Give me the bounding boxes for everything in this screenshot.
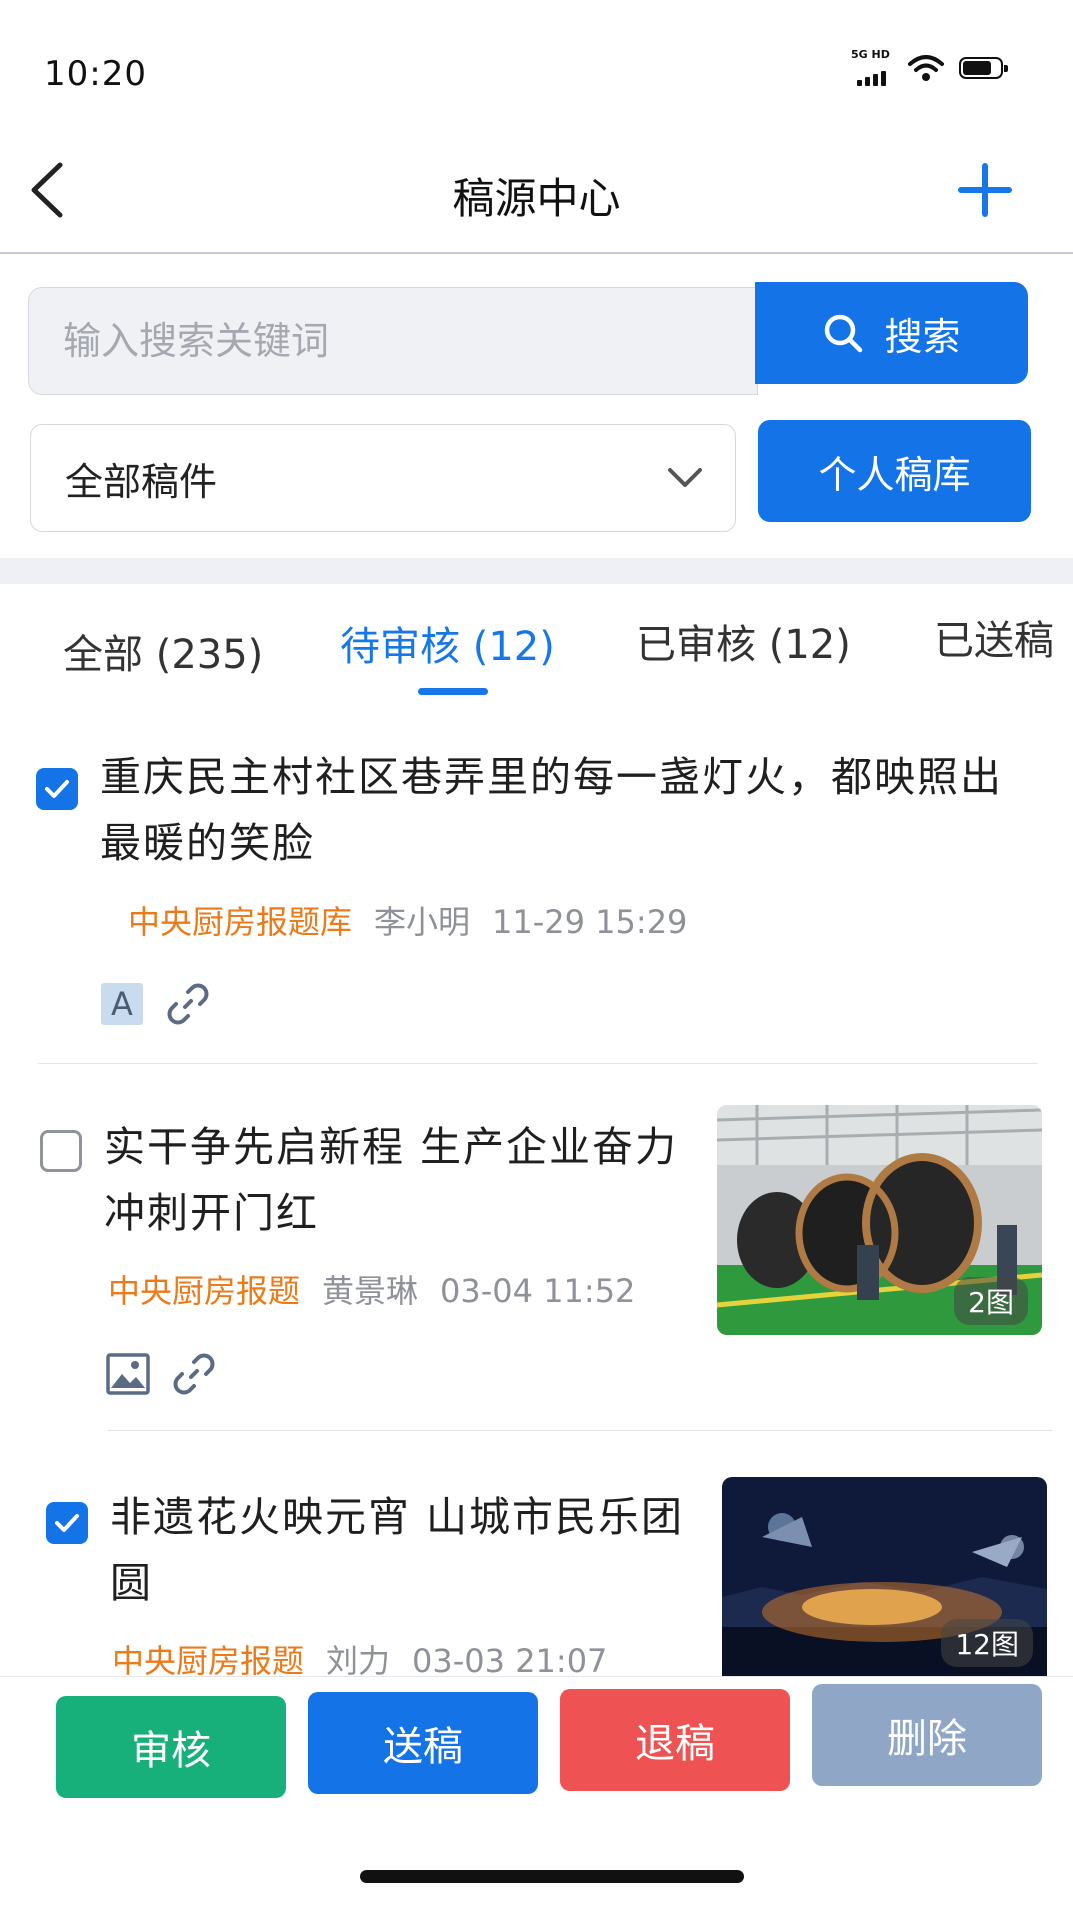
chevron-down-icon <box>668 468 702 487</box>
article-divider <box>38 1063 1038 1064</box>
reject-button[interactable]: 退稿 <box>560 1689 790 1791</box>
nav-divider <box>0 252 1073 254</box>
article-2-source[interactable]: 中央厨房报题 <box>108 1272 300 1310</box>
search-field[interactable] <box>28 287 758 395</box>
status-time: 10:20 <box>44 54 147 94</box>
tab-all[interactable]: 全部 (235) <box>63 622 263 680</box>
article-3-source[interactable]: 中央厨房报题 <box>112 1642 304 1680</box>
tab-reviewed[interactable]: 已审核 (12) <box>636 612 851 670</box>
article-divider <box>108 1430 1052 1431</box>
article-1-author: 李小明 <box>374 903 471 941</box>
home-indicator <box>360 1870 744 1883</box>
article-1-meta: 中央厨房报题库 李小明 11-29 15:29 <box>128 897 687 943</box>
article-2-checkbox[interactable] <box>40 1130 82 1172</box>
delete-button[interactable]: 删除 <box>812 1684 1042 1786</box>
article-2-author: 黄景琳 <box>322 1272 419 1310</box>
image-count-badge: 12图 <box>941 1619 1033 1667</box>
search-input[interactable] <box>29 288 757 394</box>
signal-icon: 5G HD <box>851 48 893 88</box>
draft-type-select[interactable]: 全部稿件 <box>30 424 736 532</box>
article-1-source[interactable]: 中央厨房报题库 <box>128 903 352 941</box>
wifi-icon <box>908 55 944 81</box>
add-button[interactable] <box>955 160 1015 220</box>
link-icon[interactable] <box>172 1352 216 1396</box>
page-title: 稿源中心 <box>452 174 621 223</box>
search-icon <box>825 314 863 353</box>
article-3-title[interactable]: 非遗花火映元宵 山城市民乐团圆 <box>110 1484 700 1616</box>
article-3-checkbox[interactable] <box>46 1502 88 1544</box>
status-icons: 5G HD <box>851 48 1008 88</box>
article-1-checkbox[interactable] <box>36 768 78 810</box>
personal-library-button[interactable]: 个人稿库 <box>758 420 1031 522</box>
article-3-thumbnail[interactable]: 12图 <box>722 1477 1047 1677</box>
draft-type-value: 全部稿件 <box>65 459 218 504</box>
article-2-time: 03-04 11:52 <box>440 1272 636 1310</box>
tab-sent[interactable]: 已送稿 <box>934 608 1054 666</box>
article-3-time: 03-03 21:07 <box>412 1642 608 1680</box>
article-type-badge: A <box>101 983 143 1025</box>
review-button[interactable]: 审核 <box>56 1696 286 1798</box>
battery-icon <box>959 57 1008 79</box>
article-2-meta: 中央厨房报题 黄景琳 03-04 11:52 <box>108 1266 635 1312</box>
active-tab-indicator <box>418 688 488 695</box>
article-3-author: 刘力 <box>326 1642 391 1680</box>
plus-icon <box>958 163 1012 217</box>
search-button-label: 搜索 <box>884 314 961 359</box>
article-1-title[interactable]: 重庆民主村社区巷弄里的每一盏灯火，都映照出最暖的笑脸 <box>100 744 1030 876</box>
link-icon[interactable] <box>166 982 210 1026</box>
tab-pending[interactable]: 待审核 (12) <box>340 614 555 672</box>
image-icon <box>106 1353 150 1395</box>
article-2-title[interactable]: 实干争先启新程 生产企业奋力冲刺开门红 <box>104 1114 694 1246</box>
search-button[interactable]: 搜索 <box>755 282 1028 384</box>
network-label: 5G HD <box>851 48 890 61</box>
article-1-time: 11-29 15:29 <box>492 903 688 941</box>
article-2-thumbnail[interactable]: 2图 <box>717 1105 1042 1335</box>
check-icon <box>45 780 69 798</box>
image-count-badge: 2图 <box>954 1277 1028 1325</box>
section-separator <box>0 558 1073 584</box>
check-icon <box>55 1514 79 1532</box>
send-button[interactable]: 送稿 <box>308 1692 538 1794</box>
